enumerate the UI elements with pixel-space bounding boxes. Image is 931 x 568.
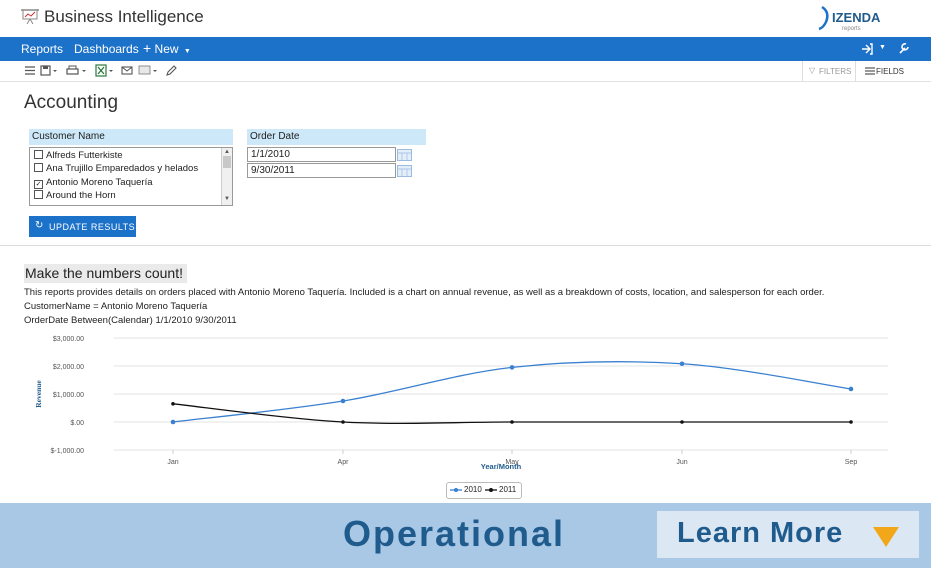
- report-toolbar: ▽ FILTERS FIELDS: [0, 61, 931, 82]
- list-icon[interactable]: [24, 64, 36, 77]
- plus-icon: +: [143, 40, 152, 56]
- email-icon[interactable]: [121, 64, 133, 77]
- scrollbar[interactable]: ▲ ▼: [221, 148, 232, 205]
- nav-new-label: New: [154, 42, 179, 56]
- fields-label: FIELDS: [876, 67, 905, 76]
- save-icon[interactable]: [40, 64, 58, 77]
- y-axis-label: Revenue: [34, 380, 43, 408]
- presentation-board-icon: [21, 9, 39, 24]
- edit-icon[interactable]: [165, 64, 177, 77]
- order-date-filter-label: Order Date: [247, 129, 426, 145]
- caret-down-icon[interactable]: ▼: [879, 44, 886, 51]
- calendar-icon[interactable]: [397, 165, 412, 177]
- filter-summary-date: OrderDate Between(Calendar) 1/1/2010 9/3…: [24, 315, 237, 326]
- filters-label: FILTERS: [819, 67, 852, 76]
- refresh-icon: ↻: [35, 220, 44, 231]
- results-count-icon[interactable]: [138, 64, 160, 77]
- x-tick-label: Jun: [676, 459, 687, 466]
- triangle-down-icon: [873, 527, 899, 547]
- filter-summary-customer: CustomerName = Antonio Moreno Taquería: [24, 301, 208, 312]
- checkbox[interactable]: [34, 163, 43, 172]
- report-title: Accounting: [24, 92, 119, 113]
- divider: [0, 245, 931, 246]
- checkbox[interactable]: [34, 150, 43, 159]
- list-item[interactable]: Around the Horn: [34, 189, 116, 202]
- customer-filter-list[interactable]: Alfreds Futterkiste Ana Trujillo Empared…: [29, 147, 233, 206]
- title-bar: Business Intelligence IZENDA reports: [0, 0, 931, 37]
- list-item[interactable]: ✓ Antonio Moreno Taquería: [34, 176, 153, 189]
- y-tick-label: $-1,000.00: [51, 448, 85, 455]
- data-point: [680, 420, 684, 424]
- checkbox-checked[interactable]: ✓: [34, 180, 43, 189]
- caret-down-icon: ▼: [183, 48, 191, 55]
- x-tick-label: Jan: [167, 459, 178, 466]
- data-point: [170, 419, 176, 425]
- y-tick-label: $2,000.00: [53, 364, 84, 371]
- main-nav: Reports Dashboards + New ▼ ▼: [0, 37, 931, 61]
- list-item[interactable]: Alfreds Futterkiste: [34, 149, 123, 162]
- update-results-label: UPDATE RESULTS: [49, 222, 136, 232]
- series-line-2010: [172, 361, 852, 423]
- list-item[interactable]: Ana Trujillo Emparedados y helados: [34, 162, 198, 175]
- data-point: [341, 420, 345, 424]
- scroll-down-icon[interactable]: ▼: [224, 196, 230, 202]
- print-icon[interactable]: [66, 64, 88, 77]
- legend-label-2011: 2011: [499, 485, 517, 494]
- x-tick-label: Apr: [338, 459, 350, 466]
- wrench-icon[interactable]: [898, 42, 910, 55]
- y-tick-label: $1,000.00: [53, 392, 84, 399]
- svg-text:IZENDA: IZENDA: [832, 10, 881, 25]
- data-point: [340, 398, 346, 404]
- legend-marker-2010: [450, 488, 462, 492]
- x-tick-label: Sep: [845, 459, 858, 466]
- y-tick-label: $.00: [70, 420, 84, 427]
- description-title: Make the numbers count!: [24, 264, 187, 283]
- scroll-up-icon[interactable]: ▲: [224, 149, 230, 155]
- data-point: [848, 386, 854, 392]
- data-point: [510, 420, 514, 424]
- update-results-button[interactable]: ↻ UPDATE RESULTS: [29, 216, 136, 237]
- menu-icon: [865, 67, 875, 75]
- scroll-thumb[interactable]: [223, 156, 231, 168]
- legend-marker-2011: [485, 488, 497, 492]
- y-tick-label: $3,000.00: [53, 336, 84, 343]
- data-point: [171, 402, 175, 406]
- funnel-icon: ▽: [809, 66, 816, 75]
- checkbox[interactable]: [34, 190, 43, 199]
- description-text: This reports provides details on orders …: [24, 287, 825, 298]
- learn-more-button[interactable]: Learn More: [657, 511, 919, 558]
- order-date-from-input[interactable]: 1/1/2010: [247, 147, 396, 162]
- chart-legend: 2010 2011: [446, 482, 522, 499]
- nav-reports[interactable]: Reports: [21, 42, 63, 56]
- calendar-icon[interactable]: [397, 149, 412, 161]
- order-date-to-input[interactable]: 9/30/2011: [247, 163, 396, 178]
- filters-tab[interactable]: ▽ FILTERS: [802, 61, 856, 81]
- nav-new[interactable]: + New ▼: [143, 40, 191, 56]
- legend-label-2010: 2010: [464, 485, 482, 494]
- x-axis-label: Year/Month: [481, 462, 522, 471]
- learn-more-label: Learn More: [677, 517, 844, 549]
- excel-icon[interactable]: [95, 64, 115, 77]
- izenda-logo: IZENDA reports: [818, 5, 881, 32]
- fields-tab[interactable]: FIELDS: [856, 61, 916, 81]
- data-point: [679, 361, 685, 367]
- nav-dashboards[interactable]: Dashboards: [74, 42, 139, 56]
- data-point: [509, 365, 515, 370]
- customer-filter-label: Customer Name: [29, 129, 233, 145]
- banner-heading: Operational: [343, 513, 566, 554]
- data-point: [849, 420, 853, 424]
- sign-in-icon[interactable]: [861, 43, 873, 55]
- svg-text:reports: reports: [842, 26, 861, 32]
- revenue-line-chart: $3,000.00 $2,000.00 $1,000.00 $.00 $-1,000.0…: [34, 336, 888, 471]
- app-title: Business Intelligence: [44, 7, 204, 26]
